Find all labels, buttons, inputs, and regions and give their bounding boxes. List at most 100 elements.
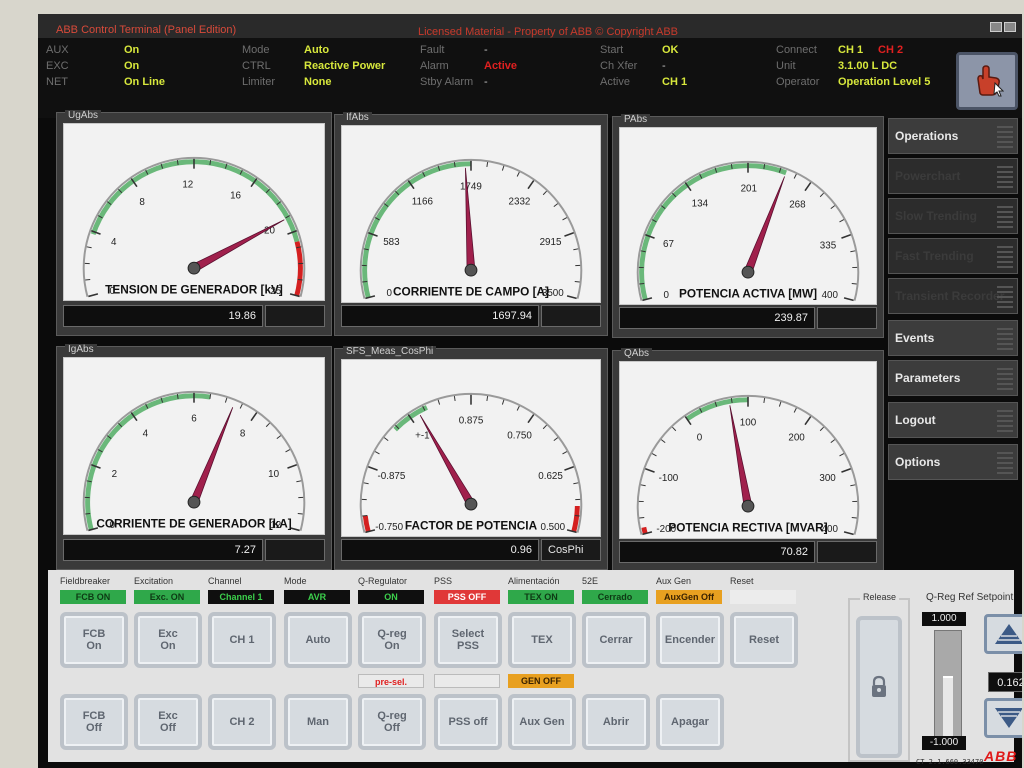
status-value: Active <box>484 60 518 72</box>
setpoint-down-button[interactable] <box>984 698 1022 738</box>
gauge-tick-label: 134 <box>692 198 709 209</box>
gauge-tag: IfAbs <box>343 112 372 123</box>
button-auto[interactable]: Auto <box>284 612 352 668</box>
button-exc-off[interactable]: Exc Off <box>134 694 202 750</box>
gauge-red-band <box>641 526 648 535</box>
button-fcb-off[interactable]: FCB Off <box>60 694 128 750</box>
gauge-minor-tick <box>830 439 836 443</box>
gauge-minor-tick <box>553 203 559 207</box>
nav-item-parameters[interactable]: Parameters <box>888 360 1018 396</box>
hand-icon <box>977 65 1004 97</box>
nav-item-logout[interactable]: Logout <box>888 402 1018 438</box>
button-reset[interactable]: Reset <box>730 612 798 668</box>
nav-item-fast-trending[interactable]: Fast Trending <box>888 238 1018 274</box>
gauge-tick-label: 0 <box>663 290 669 301</box>
gauge-major-tick <box>368 466 378 471</box>
gauge-panel: PAbs 0 67 134 201 268 335 400 POTENCIA ACTIVA [M… <box>612 114 884 338</box>
gauge-minor-tick <box>639 516 645 519</box>
button-q-reg-on[interactable]: Q-reg On <box>358 612 426 668</box>
gauge-tick-label: 2915 <box>540 237 562 248</box>
gauge-dial: 0 2 4 6 8 10 12 CORRIENTE DE GENERADOR [kA] <box>63 357 325 535</box>
button-select-pss[interactable]: Select PSS <box>434 612 502 668</box>
button-tex[interactable]: TEX <box>508 612 576 668</box>
window-controls <box>990 22 1016 32</box>
gauge-svg: 04812162025TENSION DE GENERADOR [kV] <box>82 156 306 298</box>
gauge-minor-tick <box>374 451 380 455</box>
button-ch-1[interactable]: CH 1 <box>208 612 276 668</box>
status-value: - <box>484 44 488 56</box>
nav-item-slow-trending[interactable]: Slow Trending <box>888 198 1018 234</box>
status-value: On <box>124 44 140 56</box>
gauge-tick-label: 400 <box>822 290 839 301</box>
button-fcb-on[interactable]: FCB On <box>60 612 128 668</box>
setpoint-value: 0.162 <box>988 672 1022 692</box>
gauge-minor-tick <box>573 482 579 485</box>
button-q-reg-off[interactable]: Q-reg Off <box>358 694 426 750</box>
gauge-minor-tick <box>383 437 389 441</box>
abb-logo: ABB <box>984 748 1018 764</box>
button-exc-on[interactable]: Exc On <box>134 612 202 668</box>
operator-hand-button[interactable] <box>956 52 1018 110</box>
version-text: CT 2.1.660.33470 <box>916 758 984 766</box>
gauge-readout: 19.86 <box>63 305 263 327</box>
lock-icon <box>872 675 886 697</box>
status-value: Auto <box>304 44 330 56</box>
gauge-tick-label: 0.750 <box>507 431 532 442</box>
gauge-minor-tick <box>553 437 559 441</box>
gauge-tick-label: 10 <box>268 469 279 480</box>
gauge-tag: SFS_Meas_CosPhi <box>343 346 437 357</box>
nav-item-powerchart[interactable]: Powerchart <box>888 158 1018 194</box>
gauge-minor-tick <box>486 162 489 168</box>
gauge-minor-tick <box>265 422 270 428</box>
setpoint-up-button[interactable] <box>984 614 1022 654</box>
release-button[interactable] <box>856 616 902 758</box>
gauge-major-tick <box>527 414 535 424</box>
gauge-major-tick <box>804 416 812 426</box>
status-label: Limiter <box>242 76 276 88</box>
gauge-tick-label: 335 <box>820 240 837 251</box>
gauge-minor-tick <box>851 282 857 285</box>
triangle-down-icon <box>995 708 1022 728</box>
gauge-major-tick <box>527 180 535 190</box>
gauge-tick-label: 2332 <box>509 197 531 208</box>
gauge-minor-tick <box>276 435 282 439</box>
gauge-hub <box>741 499 755 513</box>
button-apagar[interactable]: Apagar <box>656 694 724 750</box>
setpoint-bar-fill <box>943 675 953 737</box>
nav-item-transient-recorder[interactable]: Transient Recorder <box>888 278 1018 314</box>
gauge-minor-tick <box>453 396 456 402</box>
gauge-tick-label: -0.875 <box>377 471 405 482</box>
gauge-unit <box>265 539 325 561</box>
gauge-panel: IfAbs 0 583 1166 1749 2332 2915 3500 CORRIENTE D… <box>334 112 608 336</box>
button-aux-gen[interactable]: Aux Gen <box>508 694 576 750</box>
gauge-unit <box>541 305 601 327</box>
button-cerrar[interactable]: Cerrar <box>582 612 650 668</box>
gauge-title: POTENCIA RECTIVA [MVAR] <box>668 521 827 535</box>
status-value: On Line <box>124 76 165 88</box>
gauge-minor-tick <box>85 279 91 281</box>
nav-item-operations[interactable]: Operations <box>888 118 1018 154</box>
button-abrir[interactable]: Abrir <box>582 694 650 750</box>
gauge-hub <box>464 263 478 277</box>
minimize-icon[interactable] <box>990 22 1002 32</box>
button-ch-2[interactable]: CH 2 <box>208 694 276 750</box>
button-pss-off[interactable]: PSS off <box>434 694 502 750</box>
button-man[interactable]: Man <box>284 694 352 750</box>
control-panel: Fieldbreaker FCB ON FCB On FCB Off Excitatio… <box>48 570 1022 766</box>
gauge-tag: PAbs <box>621 114 651 125</box>
app-title: ABB Control Terminal (Panel Edition) <box>56 24 237 36</box>
status-value: None <box>304 76 332 88</box>
status-value: OK <box>662 44 679 56</box>
gauge-minor-tick <box>651 453 657 457</box>
status-value: Operation Level 5 <box>838 76 931 88</box>
close-icon[interactable] <box>1004 22 1016 32</box>
gauge-minor-tick <box>501 165 505 171</box>
button-encender[interactable]: Encender <box>656 612 724 668</box>
status-value: On <box>124 60 140 72</box>
gauge-tick-label: 16 <box>230 190 241 201</box>
nav-item-options[interactable]: Options <box>888 444 1018 480</box>
gauge-tick-label: 6 <box>191 413 197 424</box>
gauge-svg: 058311661749233229153500CORRIENTE DE CAM… <box>359 158 583 300</box>
nav-item-events[interactable]: Events <box>888 320 1018 356</box>
status-indicator: TEX ON <box>508 590 574 604</box>
